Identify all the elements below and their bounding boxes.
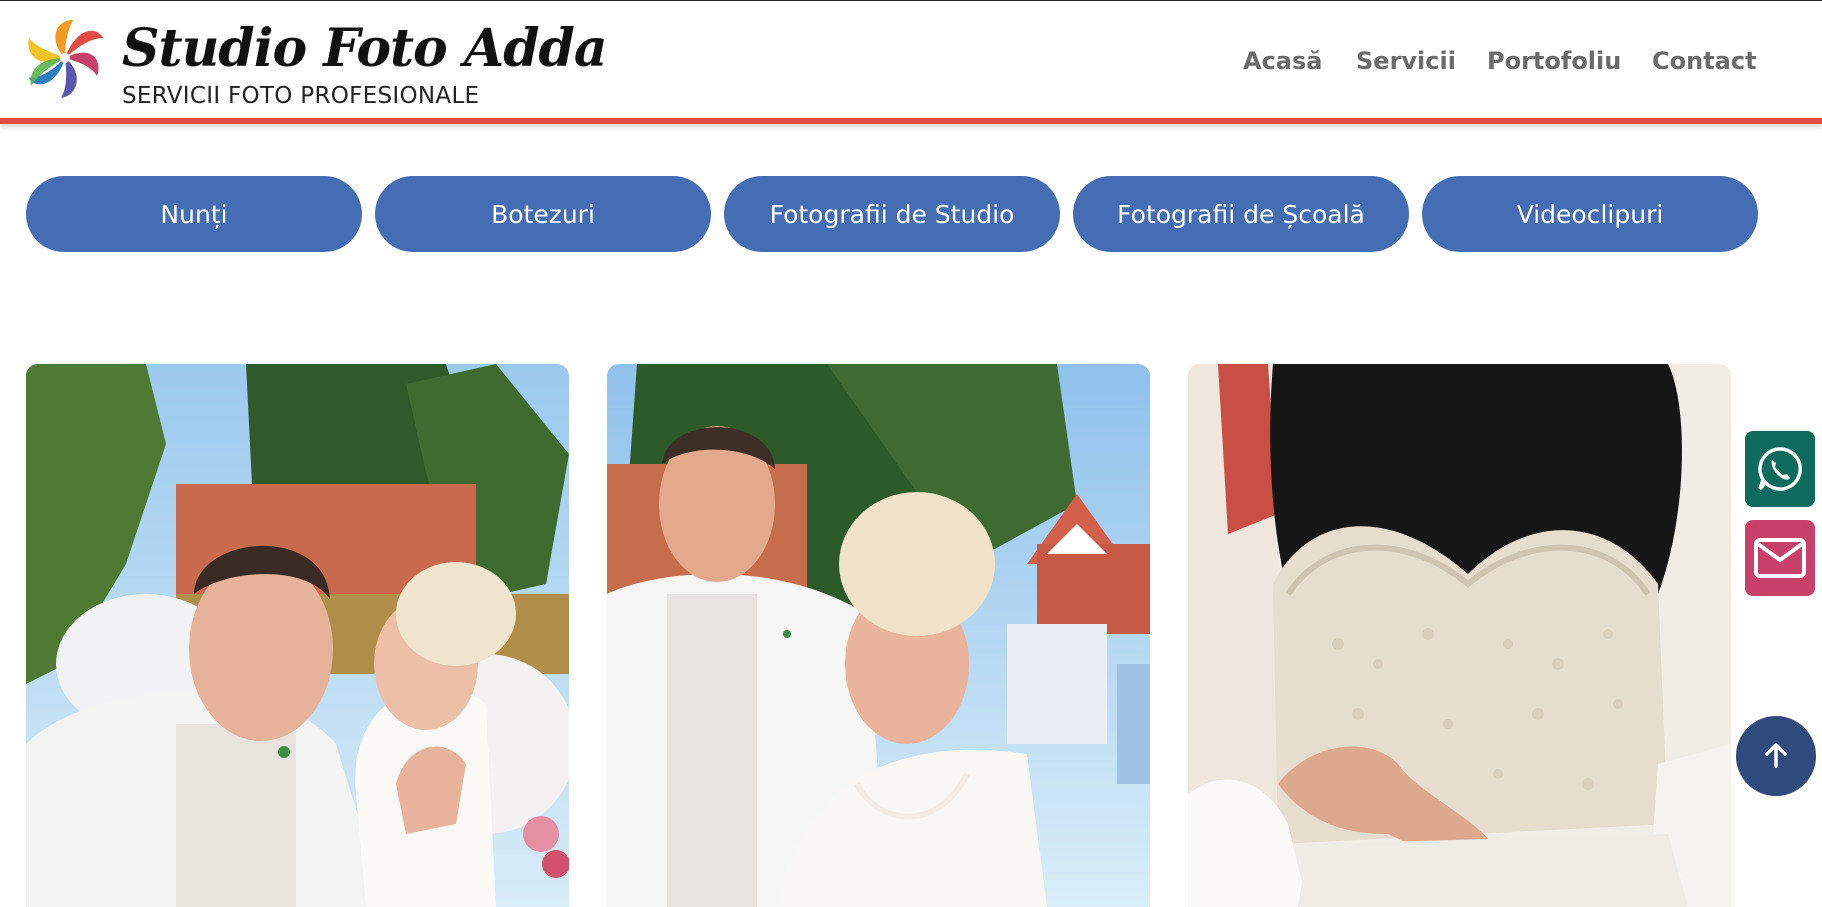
category-button-fotografii-studio[interactable]: Fotografii de Studio: [724, 176, 1060, 252]
gallery-photo-image: [1188, 364, 1731, 907]
camera-aperture-logo-icon[interactable]: [25, 15, 105, 105]
category-button-fotografii-scoala[interactable]: Fotografii de Școală: [1073, 176, 1409, 252]
arrow-up-icon: [1765, 743, 1787, 768]
email-button[interactable]: [1745, 520, 1815, 596]
whatsapp-button[interactable]: [1745, 431, 1815, 507]
site-header: Studio Foto Adda SERVICII FOTO PROFESION…: [0, 1, 1822, 119]
category-button-botezuri[interactable]: Botezuri: [375, 176, 711, 252]
nav-link-acasa[interactable]: Acasă: [1243, 41, 1322, 81]
header-accent-rule: [0, 118, 1822, 124]
whatsapp-icon: [1758, 447, 1802, 491]
mail-icon: [1754, 538, 1806, 578]
nav-link-contact[interactable]: Contact: [1652, 41, 1757, 81]
nav-link-servicii[interactable]: Servicii: [1356, 41, 1456, 81]
gallery-photo-wedding-couple-2[interactable]: [607, 364, 1150, 907]
gallery-photo-wedding-couple-1[interactable]: [26, 364, 569, 907]
gallery-photo-image: [607, 364, 1150, 907]
back-to-top-button[interactable]: [1736, 716, 1816, 796]
nav-link-portofoliu[interactable]: Portofoliu: [1487, 41, 1621, 81]
category-button-videoclipuri[interactable]: Videoclipuri: [1422, 176, 1758, 252]
gallery-photo-image: [26, 364, 569, 907]
gallery-photo-wedding-dress-detail[interactable]: [1188, 364, 1731, 907]
brand-title[interactable]: Studio Foto Adda: [122, 9, 608, 89]
brand-subtitle: SERVICII FOTO PROFESIONALE: [122, 83, 480, 109]
category-filter-bar: Nunți Botezuri Fotografii de Studio Foto…: [26, 176, 1758, 252]
category-button-nunti[interactable]: Nunți: [26, 176, 362, 252]
